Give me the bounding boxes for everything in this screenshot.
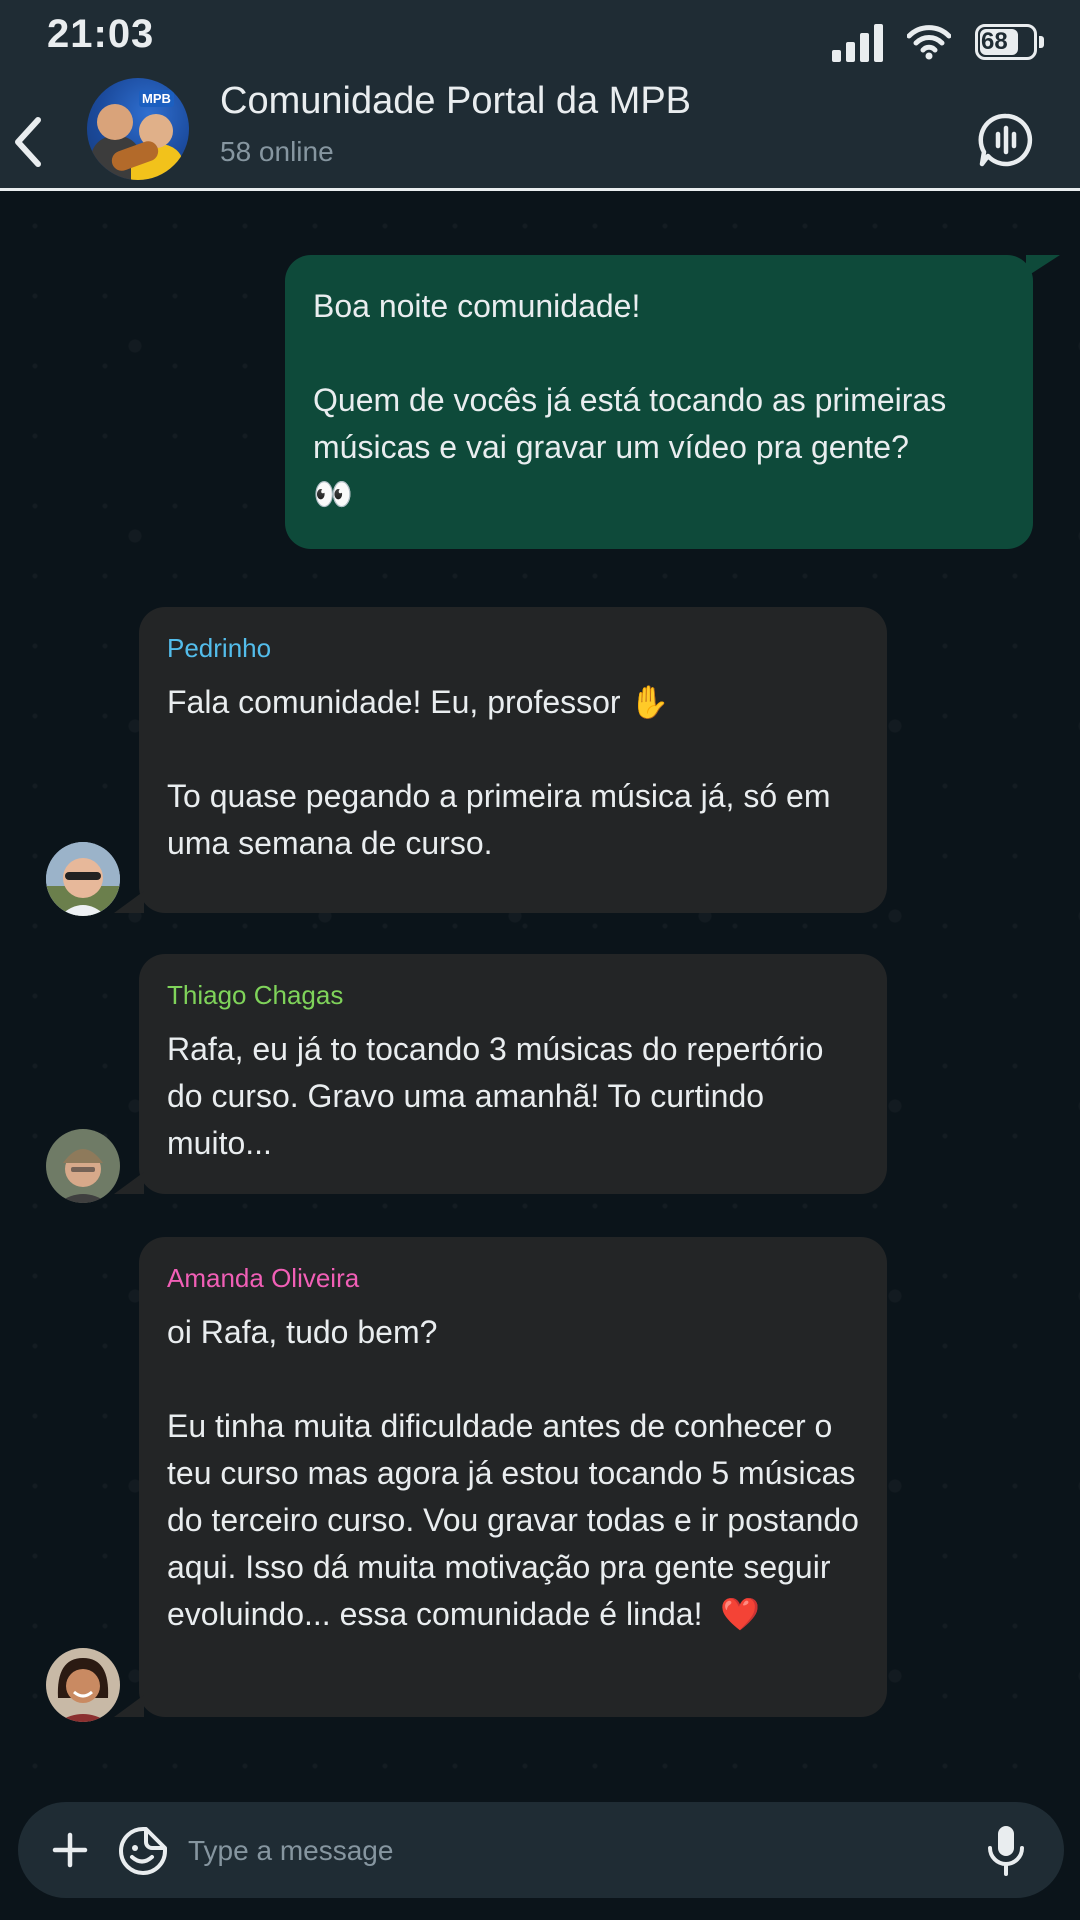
message-bubble-incoming[interactable]: Pedrinho Fala comunidade! Eu, professor … [139,607,887,913]
bubble-tail [114,1695,144,1717]
composer-bar [0,1784,1080,1920]
battery-body: 68 [975,24,1037,60]
message-sender[interactable]: Pedrinho [167,631,859,665]
message-bubble-incoming[interactable]: Thiago Chagas Rafa, eu já to tocando 3 m… [139,954,887,1194]
battery-cap [1039,36,1044,48]
message-sender[interactable]: Thiago Chagas [167,978,859,1012]
avatar-amanda-oliveira[interactable] [46,1648,120,1722]
chat-area[interactable]: Boa noite comunidade! Quem de vocês já e… [0,191,1080,1784]
avatar-pedrinho[interactable] [46,842,120,916]
microphone-icon[interactable] [984,1822,1028,1878]
message-bubble-outgoing[interactable]: Boa noite comunidade! Quem de vocês já e… [285,255,1033,549]
status-time: 21:03 [47,12,155,56]
message-text: Rafa, eu já to tocando 3 músicas do repe… [167,1031,833,1161]
chat-title[interactable]: Comunidade Portal da MPB [220,80,691,123]
chat-header: 21:03 68 MPB Comunidade Portal da MPB 58… [0,0,1080,188]
message-text: Fala comunidade! Eu, professor ✋ To quas… [167,684,831,861]
signal-icon [832,22,883,62]
message-bubble-incoming[interactable]: Amanda Oliveira oi Rafa, tudo bem? Eu ti… [139,1237,887,1717]
online-count: 58 online [220,136,334,167]
sticker-icon[interactable] [116,1824,170,1878]
battery-icon: 68 [975,24,1044,60]
wifi-icon [907,25,951,60]
voice-chat-icon[interactable] [978,112,1034,168]
message-input[interactable] [186,1818,980,1884]
avatar-thiago-chagas[interactable] [46,1129,120,1203]
bubble-tail [114,891,144,913]
message-sender[interactable]: Amanda Oliveira [167,1261,859,1295]
group-avatar-logo: MPB [139,90,174,107]
battery-level: 68 [981,28,1008,55]
group-avatar[interactable]: MPB [87,78,189,180]
message-text: Boa noite comunidade! Quem de vocês já e… [313,288,947,512]
plus-icon[interactable] [44,1824,96,1876]
status-icons: 68 [832,20,1044,64]
message-text: oi Rafa, tudo bem? Eu tinha muita dificu… [167,1314,859,1632]
back-icon[interactable] [6,112,56,172]
bubble-tail [1026,255,1060,277]
